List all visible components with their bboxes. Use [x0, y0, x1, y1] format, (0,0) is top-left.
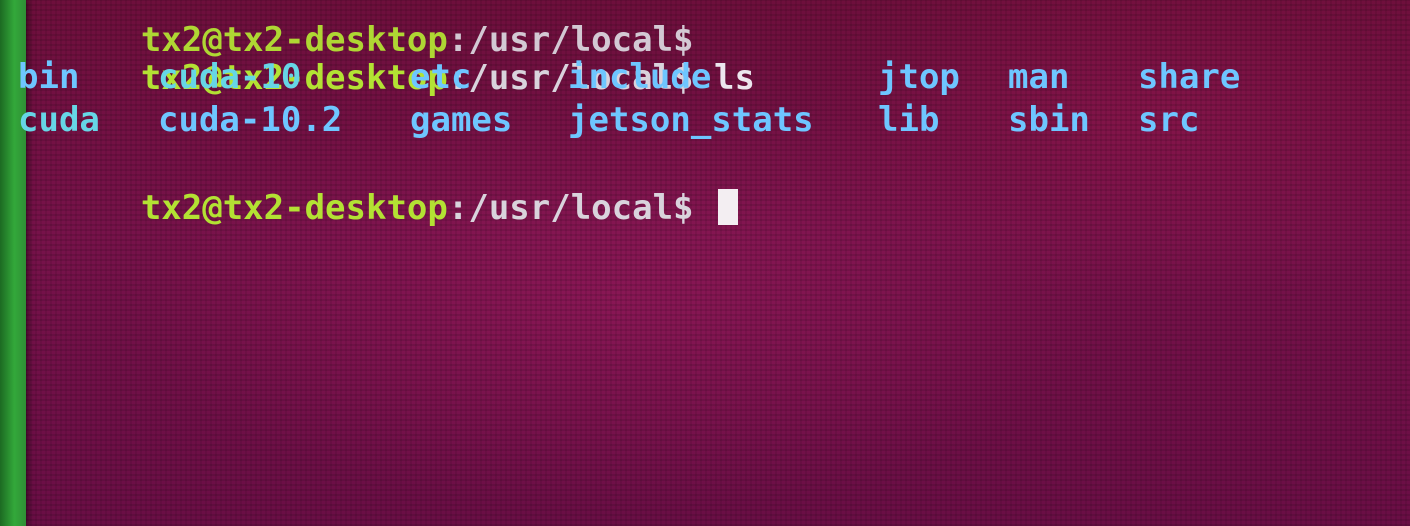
list-item: games — [410, 100, 513, 140]
ls-output-row: bin cuda-10 etc include jtop man share — [18, 55, 1398, 99]
list-item: cuda-10.2 — [158, 100, 343, 140]
list-item: bin — [18, 57, 80, 97]
prompt-path: :/usr/local$ — [447, 188, 714, 228]
list-item: share — [1138, 57, 1241, 97]
terminal-window[interactable]: tx2@tx2-desktop:/usr/local$ tx2@tx2-desk… — [18, 0, 1398, 526]
prompt-user-host: tx2@tx2-desktop — [140, 188, 448, 228]
text-cursor[interactable] — [717, 189, 738, 225]
list-item: man — [1008, 57, 1070, 97]
list-item: lib — [878, 100, 940, 140]
list-item: src — [1138, 100, 1200, 140]
list-item: cuda — [18, 100, 100, 140]
list-item: jtop — [878, 57, 960, 97]
list-item: include — [568, 57, 712, 97]
terminal-screen: tx2@tx2-desktop:/usr/local$ tx2@tx2-desk… — [0, 0, 1410, 526]
list-item: jetson_stats — [568, 100, 814, 140]
ls-output-row: cuda cuda-10.2 games jetson_stats lib sb… — [18, 98, 1398, 142]
terminal-line-prompt[interactable]: tx2@tx2-desktop:/usr/local$ — [18, 142, 738, 228]
list-item: sbin — [1008, 100, 1090, 140]
list-item: cuda-10 — [158, 57, 302, 97]
terminal-line-command: tx2@tx2-desktop:/usr/local$ ls — [18, 12, 755, 98]
list-item: etc — [410, 57, 472, 97]
